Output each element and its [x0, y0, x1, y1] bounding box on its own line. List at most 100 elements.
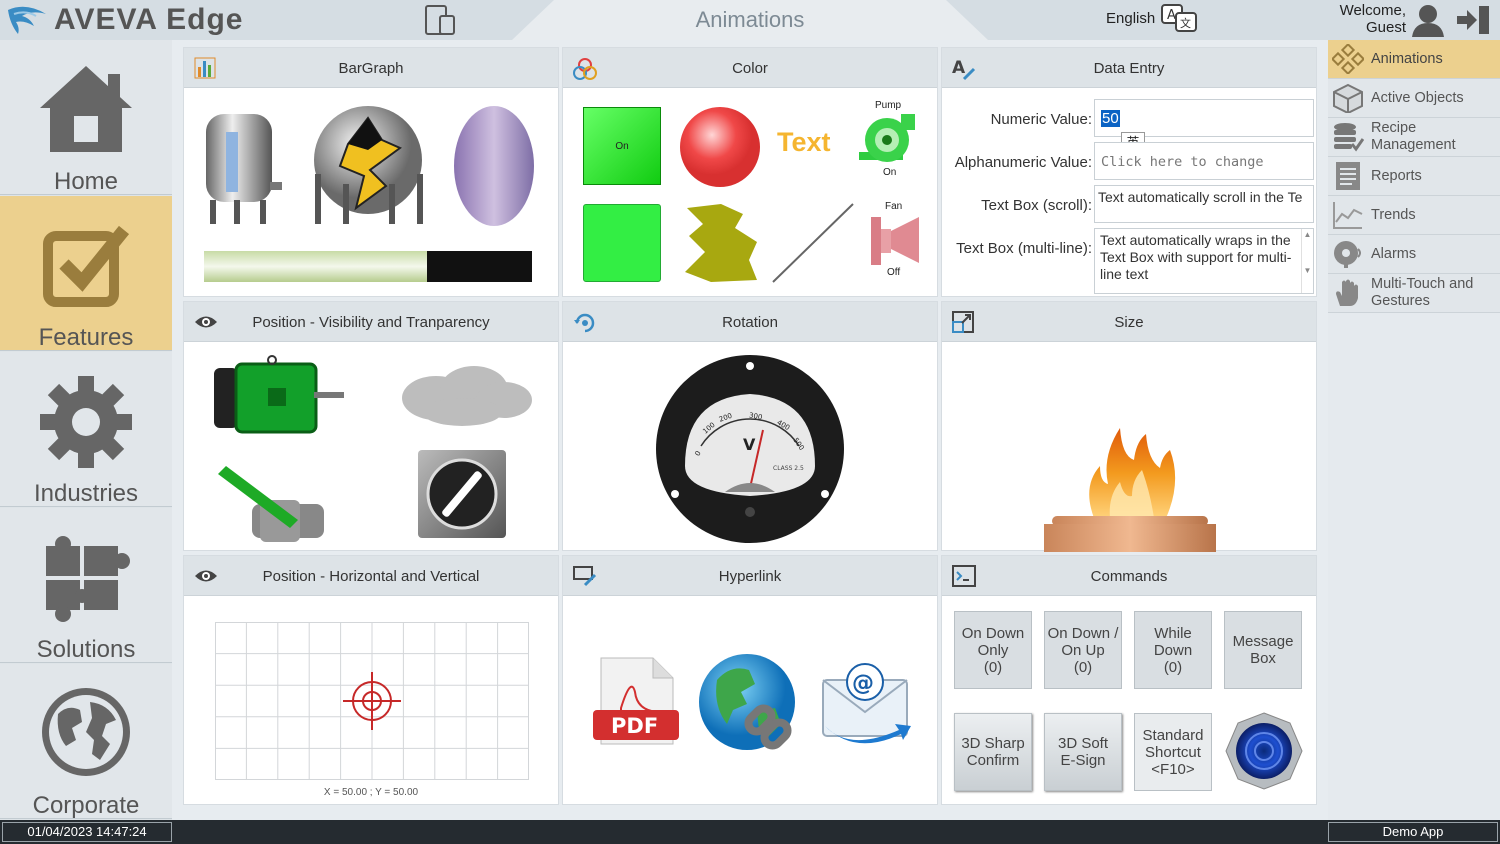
email-icon[interactable]: @	[819, 656, 915, 748]
rnav-animations[interactable]: Animations	[1328, 40, 1500, 79]
gauge-class: CLASS 2.5	[773, 465, 804, 472]
animations-icon	[1332, 44, 1364, 74]
right-navigation: Animations Active Objects Recipe Managem…	[1328, 40, 1500, 820]
home-icon	[40, 66, 132, 152]
gauge-unit: V	[743, 435, 756, 454]
panel-header: Rotation	[563, 302, 937, 342]
3d-soft-esign-button[interactable]: 3D Soft E-Sign	[1044, 713, 1122, 791]
web-link-globe-icon[interactable]	[697, 652, 801, 756]
svg-text:文: 文	[1180, 16, 1191, 30]
nav-industries[interactable]: Industries	[0, 352, 172, 507]
position-readout: X = 50.00 ; Y = 50.00	[323, 787, 419, 798]
nav-solutions[interactable]: Solutions	[0, 508, 172, 663]
panel-bargraph: BarGraph	[183, 47, 559, 297]
pump-state: On	[883, 167, 897, 178]
on-down-on-up-button[interactable]: On Down / On Up (0)	[1044, 611, 1122, 689]
voltmeter-gauge: 0 100 200 300 400 500 V CLASS 2.5	[656, 355, 844, 543]
panel-rotation: Rotation 0 100 200 300 400 500 V CLASS 2…	[562, 301, 938, 551]
panel-title: Rotation	[722, 314, 778, 331]
standard-shortcut-button[interactable]: Standard Shortcut <F10>	[1134, 713, 1212, 791]
top-bar: AVEVA Edge Animations English A文 Welcome…	[0, 0, 1500, 40]
panel-header: BarGraph	[184, 48, 558, 88]
button-line: Message	[1232, 633, 1294, 650]
motor-icon	[214, 355, 344, 434]
button-line: (0)	[1163, 658, 1183, 676]
on-down-only-button[interactable]: On Down Only (0)	[954, 611, 1032, 689]
rnav-recipe-management[interactable]: Recipe Management	[1328, 118, 1500, 157]
rnav-reports[interactable]: Reports	[1328, 157, 1500, 196]
button-line: E-Sign	[1060, 752, 1106, 769]
language-label[interactable]: English	[1106, 10, 1155, 27]
nav-home[interactable]: Home	[0, 40, 172, 195]
text-box-scroll[interactable]: Text automatically scroll in the Te	[1094, 185, 1314, 223]
panel-title: Position - Horizontal and Vertical	[262, 568, 480, 585]
user-name: Guest	[1365, 19, 1406, 36]
green-square[interactable]	[583, 204, 661, 282]
rnav-active-objects[interactable]: Active Objects	[1328, 79, 1500, 118]
alarm-icon	[1334, 241, 1361, 268]
sphere-tank-icon	[314, 106, 423, 224]
button-line: Shortcut	[1145, 743, 1201, 761]
translate-icon[interactable]: A文	[1160, 3, 1200, 35]
button-text: 3D Soft E-Sign	[1058, 735, 1108, 769]
checkbox-icon	[43, 225, 130, 307]
pdf-icon[interactable]: PDF	[591, 656, 681, 748]
left-navigation: Home Features Industries Solutions Corpo…	[0, 40, 172, 820]
welcome-text: Welcome, Guest	[1320, 2, 1406, 36]
nav-label: Corporate	[32, 792, 140, 819]
rnav-trends[interactable]: Trends	[1328, 196, 1500, 235]
alphanumeric-value-label: Alphanumeric Value:	[954, 154, 1092, 171]
round-blue-button[interactable]	[1224, 711, 1304, 791]
panel-header: A Data Entry	[942, 48, 1316, 88]
panel-title: Hyperlink	[718, 568, 782, 585]
aveva-bird-icon	[8, 6, 46, 35]
rnav-alarms[interactable]: Alarms	[1328, 235, 1500, 274]
position-grid[interactable]	[215, 622, 529, 780]
nav-label: Home	[53, 168, 119, 195]
panel-title: Commands	[1090, 568, 1168, 585]
panel-header: Commands	[942, 556, 1316, 596]
diagonal-line	[772, 203, 854, 283]
rotary-switch[interactable]	[418, 450, 506, 538]
button-text: Standard Shortcut <F10>	[1143, 727, 1204, 778]
device-icon[interactable]	[424, 4, 458, 36]
button-text: On Down / On Up (0)	[1048, 625, 1119, 676]
text-box-scroll-text: Text automatically scroll in the Te	[1098, 189, 1303, 205]
nav-features[interactable]: Features	[0, 196, 172, 351]
text-box-multiline[interactable]: Text automatically wraps in the Text Box…	[1094, 228, 1314, 294]
status-bar: 01/04/2023 14:47:24 Demo App	[0, 820, 1500, 844]
3d-sharp-confirm-button[interactable]: 3D Sharp Confirm	[954, 713, 1032, 791]
pump-icon	[859, 114, 915, 162]
color-text-sample: Text	[777, 127, 831, 157]
while-down-button[interactable]: While Down (0)	[1134, 611, 1212, 689]
panel-data-entry: A Data Entry Numeric Value: 50 英 Alphanu…	[941, 47, 1317, 297]
pump-label: Pump	[875, 100, 902, 111]
button-line: Down	[1153, 641, 1193, 659]
message-box-button[interactable]: Message Box	[1224, 611, 1302, 689]
button-text: 3D Sharp Confirm	[961, 735, 1024, 769]
nav-corporate[interactable]: Corporate	[0, 664, 172, 819]
panel-title: Position - Visibility and Tranparency	[252, 314, 490, 331]
multiline-scrollbar[interactable]: ▲ ▼	[1301, 229, 1313, 293]
tank-icon	[206, 114, 282, 224]
numeric-value-text: 50	[1101, 110, 1120, 127]
button-line: 3D Sharp	[961, 735, 1025, 752]
report-icon	[1336, 162, 1360, 190]
logout-icon[interactable]	[1455, 4, 1493, 36]
rnav-label: Reports	[1371, 167, 1422, 184]
fan-state: Off	[887, 267, 901, 278]
crosshair-target[interactable]	[343, 672, 401, 730]
text-box-multiline-text: Text automatically wraps in the Text Box…	[1100, 232, 1292, 282]
rnav-label: Alarms	[1371, 245, 1417, 262]
alphanumeric-value-input[interactable]: Click here to change	[1094, 142, 1314, 180]
pdf-label: PDF	[611, 714, 658, 738]
valve-icon	[218, 466, 324, 542]
panel-header: Size	[942, 302, 1316, 342]
panel-header: Position - Horizontal and Vertical	[184, 556, 558, 596]
on-indicator[interactable]: On	[583, 107, 661, 185]
user-avatar-icon[interactable]	[1410, 3, 1446, 37]
panel-title: Data Entry	[1093, 60, 1165, 77]
panel-size: Size	[941, 301, 1317, 552]
rnav-multi-touch[interactable]: Multi-Touch and Gestures	[1328, 274, 1500, 313]
numeric-value-input[interactable]: 50 英	[1094, 99, 1314, 154]
